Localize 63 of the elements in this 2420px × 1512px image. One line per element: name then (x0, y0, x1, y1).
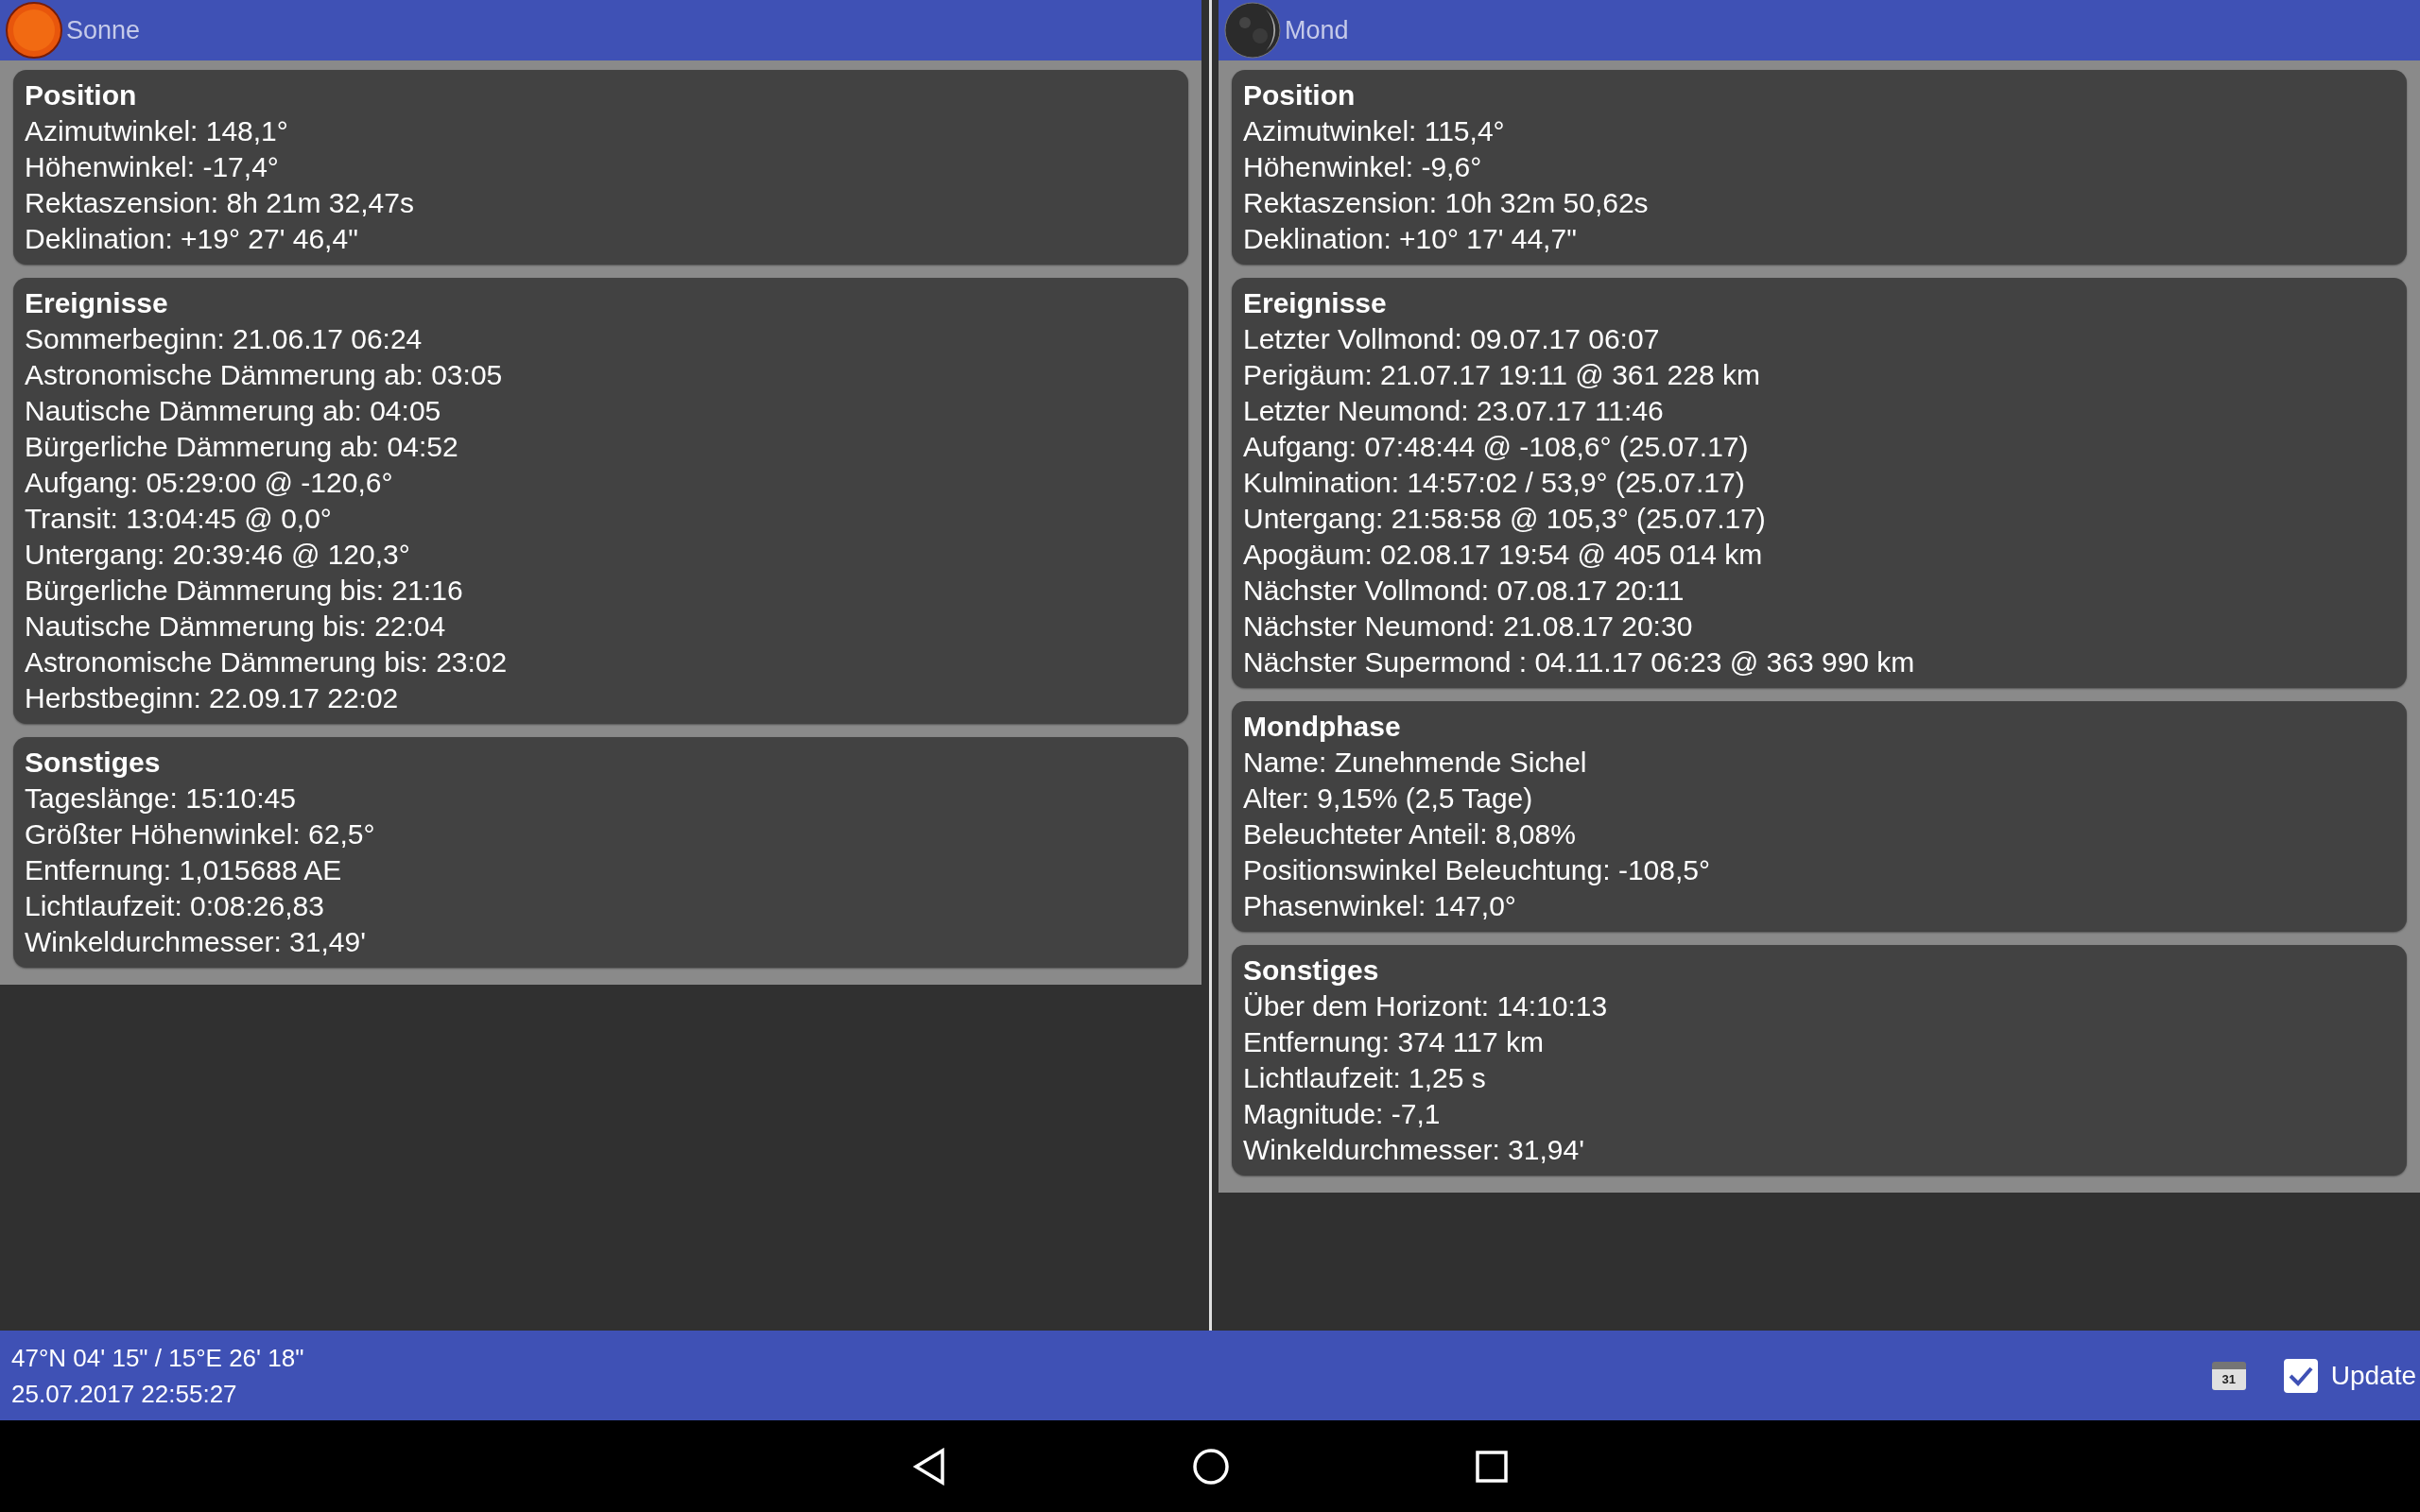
info-line: Rektaszension: 8h 21m 32,47s (25, 186, 415, 220)
info-line: Winkeldurchmesser: 31,49' (25, 925, 367, 959)
card-heading: Mondphase (1243, 710, 1402, 744)
info-line: Untergang: 21:58:58 @ 105,3° (25.07.17) (1243, 502, 1767, 536)
info-line: Tageslänge: 15:10:45 (25, 782, 297, 816)
info-line: Aufgang: 07:48:44 @ -108,6° (25.07.17) (1243, 430, 1750, 464)
info-line: Über dem Horizont: 14:10:13 (1243, 989, 1609, 1023)
info-line: Winkeldurchmesser: 31,94' (1243, 1133, 1585, 1167)
info-line: Nächster Supermond : 04.11.17 06:23 @ 363 990 km (1243, 645, 1916, 679)
panel-title: Mond (1285, 15, 1349, 45)
info-line: Letzter Vollmond: 09.07.17 06:07 (1243, 322, 1661, 356)
info-line: Letzter Neumond: 23.07.17 11:46 (1243, 394, 1665, 428)
info-line: Lichtlaufzeit: 0:08:26,83 (25, 889, 325, 923)
info-line: Größter Höhenwinkel: 62,5° (25, 817, 376, 851)
info-line: Alter: 9,15% (2,5 Tage) (1243, 782, 1534, 816)
recents-icon[interactable] (1476, 1450, 1508, 1483)
panel-title: Sonne (66, 15, 141, 45)
info-line: Azimutwinkel: 115,4° (1243, 114, 1506, 148)
info-line: Deklination: +19° 27' 46,4" (25, 222, 359, 256)
info-line: Entfernung: 1,015688 AE (25, 853, 343, 887)
info-line: Azimutwinkel: 148,1° (25, 114, 289, 148)
back-icon[interactable] (912, 1447, 946, 1486)
info-line: Rektaszension: 10h 32m 50,62s (1243, 186, 1650, 220)
info-line: Magnitude: -7,1 (1243, 1097, 1442, 1131)
info-line: Apogäum: 02.08.17 19:54 @ 405 014 km (1243, 538, 1764, 572)
info-line: Transit: 13:04:45 @ 0,0° (25, 502, 333, 536)
card-heading: Position (1243, 78, 1357, 112)
info-line: Sommerbeginn: 21.06.17 06:24 (25, 322, 424, 356)
moon-icon (1224, 2, 1281, 59)
info-line: Untergang: 20:39:46 @ 120,3° (25, 538, 411, 572)
info-line: Positionswinkel Beleuchtung: -108,5° (1243, 853, 1711, 887)
info-line: Bürgerliche Dämmerung ab: 04:52 (25, 430, 459, 464)
card-heading: Position (25, 78, 138, 112)
info-line: Herbstbeginn: 22.09.17 22:02 (25, 681, 400, 715)
info-line: Aufgang: 05:29:00 @ -120,6° (25, 466, 394, 500)
info-line: Name: Zunehmende Sichel (1243, 746, 1588, 780)
info-line: Höhenwinkel: -17,4° (25, 150, 280, 184)
home-icon[interactable] (1192, 1447, 1230, 1486)
info-line: Phasenwinkel: 147,0° (1243, 889, 1517, 923)
info-line: Beleuchteter Anteil: 8,08% (1243, 817, 1577, 851)
checkmark-icon (2288, 1365, 2313, 1386)
calendar-button[interactable]: 31 (2211, 1361, 2246, 1390)
info-line: Nautische Dämmerung bis: 22:04 (25, 610, 447, 644)
info-line: Bürgerliche Dämmerung bis: 21:16 (25, 574, 464, 608)
card-heading: Sonstiges (25, 746, 162, 780)
info-line: Lichtlaufzeit: 1,25 s (1243, 1061, 1487, 1095)
sun-icon (6, 2, 62, 59)
info-line: Entfernung: 374 117 km (1243, 1025, 1545, 1059)
info-line: Perigäum: 21.07.17 19:11 @ 361 228 km (1243, 358, 1761, 392)
card-heading: Sonstiges (1243, 954, 1380, 988)
info-line: Nautische Dämmerung ab: 04:05 (25, 394, 442, 428)
coordinates-text: 47°N 04' 15" / 15°E 26' 18" (11, 1342, 305, 1374)
info-line: Astronomische Dämmerung bis: 23:02 (25, 645, 509, 679)
info-line: Nächster Vollmond: 07.08.17 20:11 (1243, 574, 1685, 608)
update-checkbox[interactable]: Update (2283, 1358, 2416, 1393)
info-line: Deklination: +10° 17' 44,7" (1243, 222, 1578, 256)
info-line: Kulmination: 14:57:02 / 53,9° (25.07.17) (1243, 466, 1746, 500)
info-line: Höhenwinkel: -9,6° (1243, 150, 1483, 184)
datetime-text: 25.07.2017 22:55:27 (11, 1378, 238, 1410)
info-line: Nächster Neumond: 21.08.17 20:30 (1243, 610, 1694, 644)
info-line: Astronomische Dämmerung ab: 03:05 (25, 358, 504, 392)
card-heading: Ereignisse (25, 286, 169, 320)
card-heading: Ereignisse (1243, 286, 1388, 320)
